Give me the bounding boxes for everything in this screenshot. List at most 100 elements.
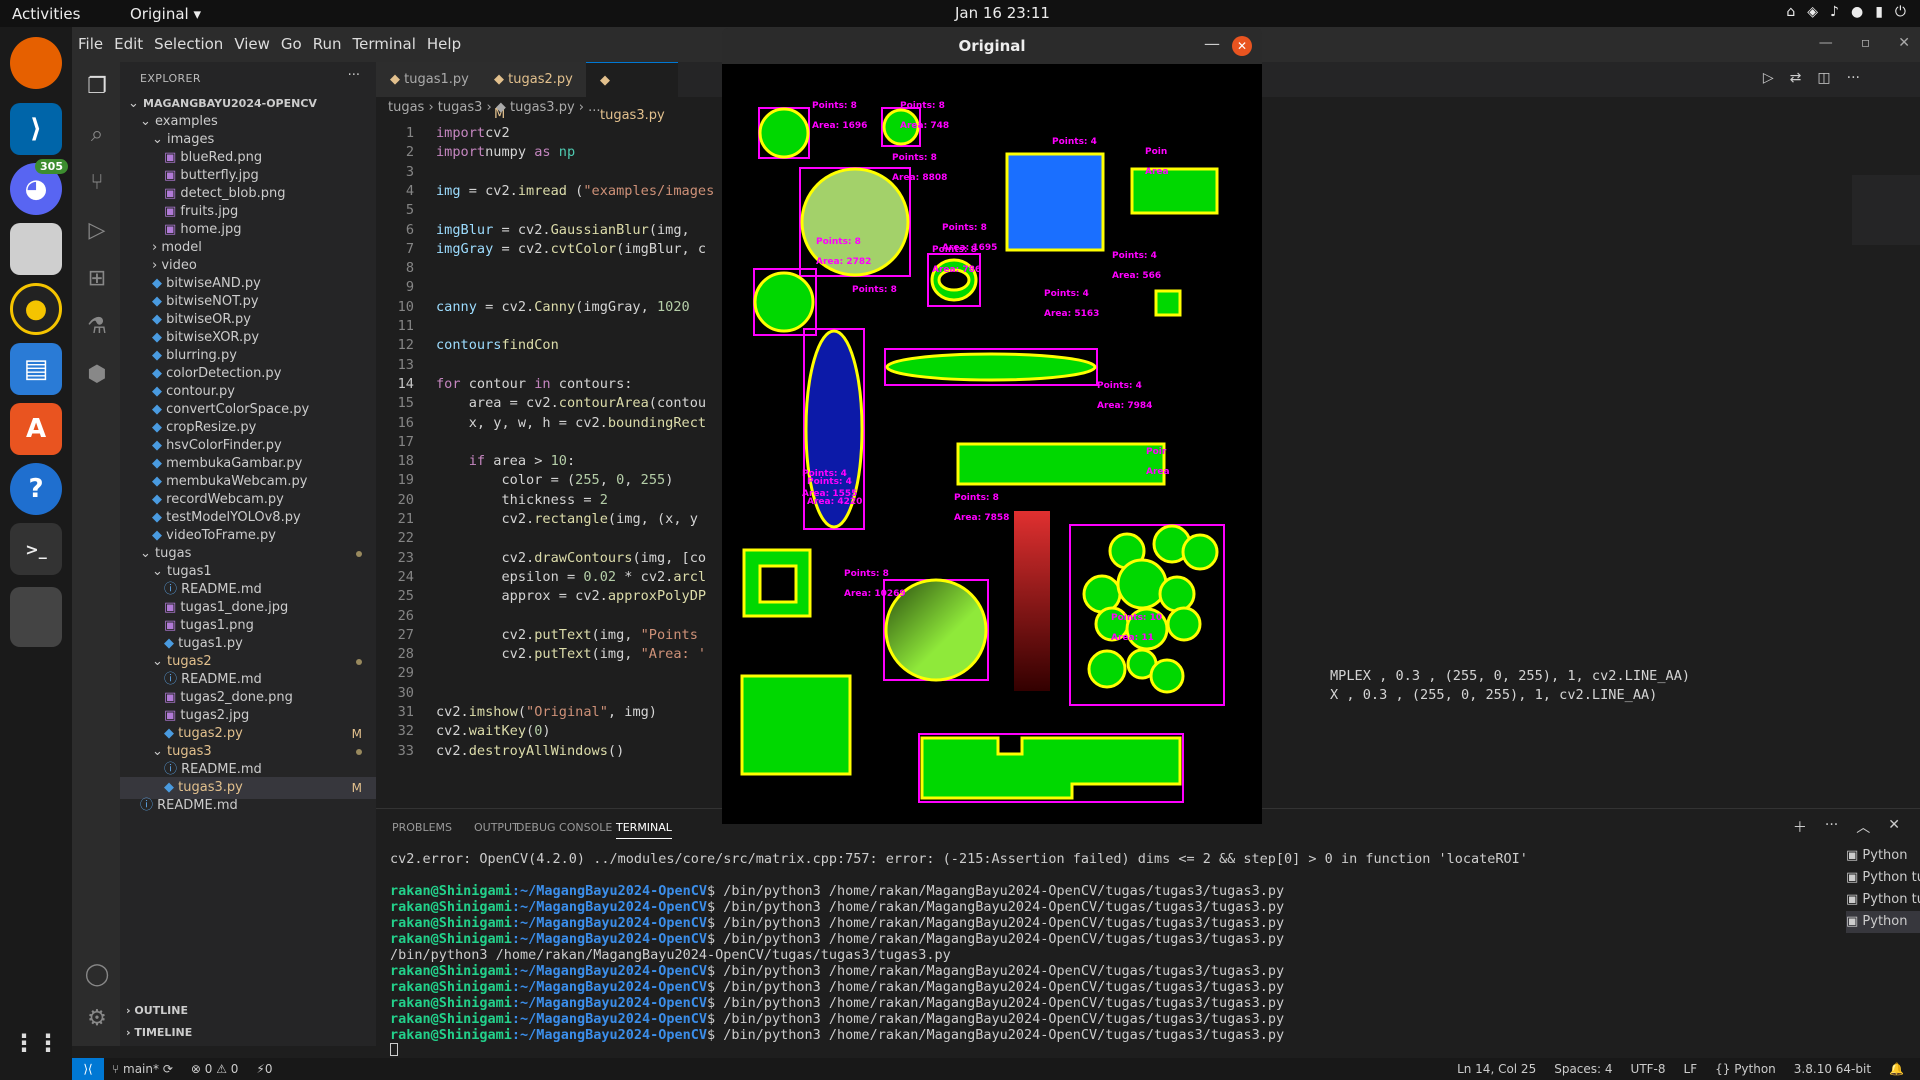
search-icon[interactable]: ⌕ — [84, 122, 110, 148]
show-apps-icon[interactable]: ⋮⋮ — [10, 1017, 62, 1069]
code-token: drawContours — [534, 549, 633, 566]
line-ending[interactable]: LF — [1684, 1058, 1698, 1080]
menu-edit[interactable]: Edit — [114, 35, 143, 53]
prompt-part: :~/MagangBayu2024-OpenCV — [511, 883, 707, 899]
prompt-part: rakan@Shinigami — [390, 1027, 512, 1043]
menu-help[interactable]: Help — [427, 35, 461, 53]
wifi-icon[interactable]: ◈ — [1807, 4, 1818, 20]
tab-tugas2[interactable]: ◆ tugas2.py M — [480, 62, 586, 122]
app-menu[interactable]: Original ▾ — [130, 5, 201, 23]
opencv-minimize-icon[interactable]: — — [1204, 34, 1220, 53]
split-editor-icon[interactable]: ◫ — [1817, 70, 1830, 86]
panel-more-icon[interactable]: ··· — [1825, 817, 1838, 837]
encoding[interactable]: UTF-8 — [1631, 1058, 1666, 1080]
terminal-item[interactable]: ▣ Python — [1846, 845, 1920, 867]
code-token: cv2. — [436, 723, 469, 740]
tab-terminal[interactable]: TERMINAL — [616, 821, 672, 839]
system-tray[interactable]: ⌂ ◈ ♪ ● ▮ ⏻ — [1786, 4, 1906, 20]
more-actions-icon[interactable]: ··· — [348, 68, 360, 83]
firefox-icon[interactable] — [10, 37, 62, 89]
outline-section[interactable]: › OUTLINE — [120, 1000, 376, 1022]
clock[interactable]: Jan 16 23:11 — [955, 4, 1050, 22]
terminal-item[interactable]: ▣ Python tug... — [1846, 889, 1920, 911]
files-icon[interactable] — [10, 223, 62, 275]
tab-tugas3[interactable]: ◆ tugas3.py — [586, 62, 678, 123]
more-icon[interactable]: ··· — [1847, 70, 1860, 86]
window-preview-icon[interactable] — [10, 587, 62, 647]
code-line: cv2.drawContours(img, [co — [436, 550, 706, 566]
menu-selection[interactable]: Selection — [154, 35, 223, 53]
vscode-icon[interactable]: ⟩ — [10, 103, 62, 155]
python-icon[interactable]: ⬢ — [84, 362, 110, 388]
minimize-icon[interactable]: — — [1819, 35, 1833, 51]
breadcrumb[interactable]: tugas › tugas3 › ◆ tugas3.py › ... — [376, 97, 601, 119]
discord-icon[interactable]: ◕ 305 — [10, 159, 68, 215]
opencv-close-icon[interactable]: ✕ — [1232, 36, 1252, 56]
code-line: epsilon = 0.02 * cv2.arcl — [436, 569, 706, 585]
close-icon[interactable]: ✕ — [1898, 35, 1910, 51]
menu-go[interactable]: Go — [281, 35, 302, 53]
menu-view[interactable]: View — [234, 35, 270, 53]
timeline-section[interactable]: › TIMELINE — [120, 1022, 376, 1044]
prompt-part: /bin/python3 /home/rakan/MagangBayu2024-… — [723, 899, 1285, 915]
settings-gear-icon[interactable]: ⚙ — [84, 1006, 110, 1032]
tab-tugas1[interactable]: ◆ tugas1.py — [376, 62, 480, 97]
menu-file[interactable]: File — [78, 35, 103, 53]
code-line: importnumpy as np — [436, 144, 575, 160]
line-number: 25 — [397, 588, 414, 605]
help-icon[interactable]: ? — [10, 463, 62, 515]
file-icon: ◆ — [164, 726, 179, 741]
new-terminal-icon[interactable]: ＋ — [1793, 817, 1807, 837]
problems-indicator[interactable]: ⊗ 0 ⚠ 0 — [191, 1058, 239, 1080]
tab-debug-console[interactable]: DEBUG CONSOLE — [516, 821, 612, 834]
remote-icon[interactable]: ⟩⟨ — [72, 1058, 104, 1080]
testing-icon[interactable]: ⚗ — [84, 314, 110, 340]
code-token: = cv2. — [476, 298, 535, 315]
terminal-output[interactable]: cv2.error: OpenCV(4.2.0) ../modules/core… — [390, 851, 1810, 1059]
power-icon[interactable]: ⏻ — [1895, 4, 1906, 20]
terminal-item[interactable]: ▣ Python tug... — [1846, 867, 1920, 889]
code-line: approx = cv2.approxPolyDP — [436, 588, 706, 604]
opencv-window[interactable]: Original — ✕ Points: 8 Area: 1696 Points… — [722, 28, 1262, 824]
menu-terminal[interactable]: Terminal — [353, 35, 416, 53]
battery-icon[interactable]: ▮ — [1875, 4, 1883, 20]
tree-label: tugas2.jpg — [180, 708, 250, 723]
branch-indicator[interactable]: ⑂ main* ⟳ — [112, 1058, 173, 1080]
writer-icon[interactable]: ▤ — [10, 343, 62, 395]
code-token: area = cv2. — [436, 395, 559, 412]
run-debug-icon[interactable]: ▷ — [84, 218, 110, 244]
rhythmbox-icon[interactable]: ● — [10, 283, 62, 335]
discord-tray-icon[interactable]: ⌂ — [1786, 4, 1795, 20]
indentation[interactable]: Spaces: 4 — [1554, 1058, 1612, 1080]
tree-label: bitwiseNOT.py — [166, 294, 259, 309]
python-interpreter[interactable]: 3.8.10 64-bit — [1794, 1058, 1871, 1080]
account-icon[interactable]: ◯ — [84, 962, 110, 988]
volume-icon[interactable]: ♪ — [1830, 4, 1839, 20]
notifications-icon[interactable]: 🔔 — [1889, 1058, 1904, 1080]
status-bar: ⟩⟨ ⑂ main* ⟳ ⊗ 0 ⚠ 0 ⚡0 Ln 14, Col 25 Sp… — [72, 1058, 1920, 1080]
maximize-icon[interactable]: ▫ — [1861, 35, 1871, 51]
ports-indicator[interactable]: ⚡0 — [256, 1058, 272, 1080]
app-center-icon[interactable]: A — [10, 403, 62, 455]
run-icon[interactable]: ▷ — [1763, 70, 1774, 86]
tab-output[interactable]: OUTPUT — [474, 821, 519, 834]
close-panel-icon[interactable]: ✕ — [1888, 817, 1900, 837]
extensions-icon[interactable]: ⊞ — [84, 266, 110, 292]
minimap[interactable] — [1852, 175, 1920, 245]
maximize-panel-icon[interactable]: ︿ — [1856, 817, 1870, 837]
code-token: for — [436, 375, 461, 392]
mic-icon[interactable]: ● — [1851, 4, 1863, 20]
language-mode[interactable]: {} Python — [1715, 1058, 1776, 1080]
tab-problems[interactable]: PROBLEMS — [392, 821, 452, 834]
terminal-icon[interactable]: >_ — [10, 523, 62, 575]
tree-file[interactable]: ⓘ README.md — [120, 795, 376, 817]
prompt-part: :~/MagangBayu2024-OpenCV — [511, 995, 707, 1011]
menu-run[interactable]: Run — [313, 35, 342, 53]
explorer-icon[interactable]: ❐ — [84, 74, 110, 100]
source-control-icon[interactable]: ⑂ — [84, 170, 110, 196]
cursor-position[interactable]: Ln 14, Col 25 — [1457, 1058, 1536, 1080]
compare-icon[interactable]: ⇄ — [1790, 70, 1802, 86]
points-label: Points: 10 — [1111, 613, 1162, 623]
activities-button[interactable]: Activities — [12, 5, 80, 23]
terminal-item[interactable]: ▣ Python — [1846, 911, 1920, 933]
